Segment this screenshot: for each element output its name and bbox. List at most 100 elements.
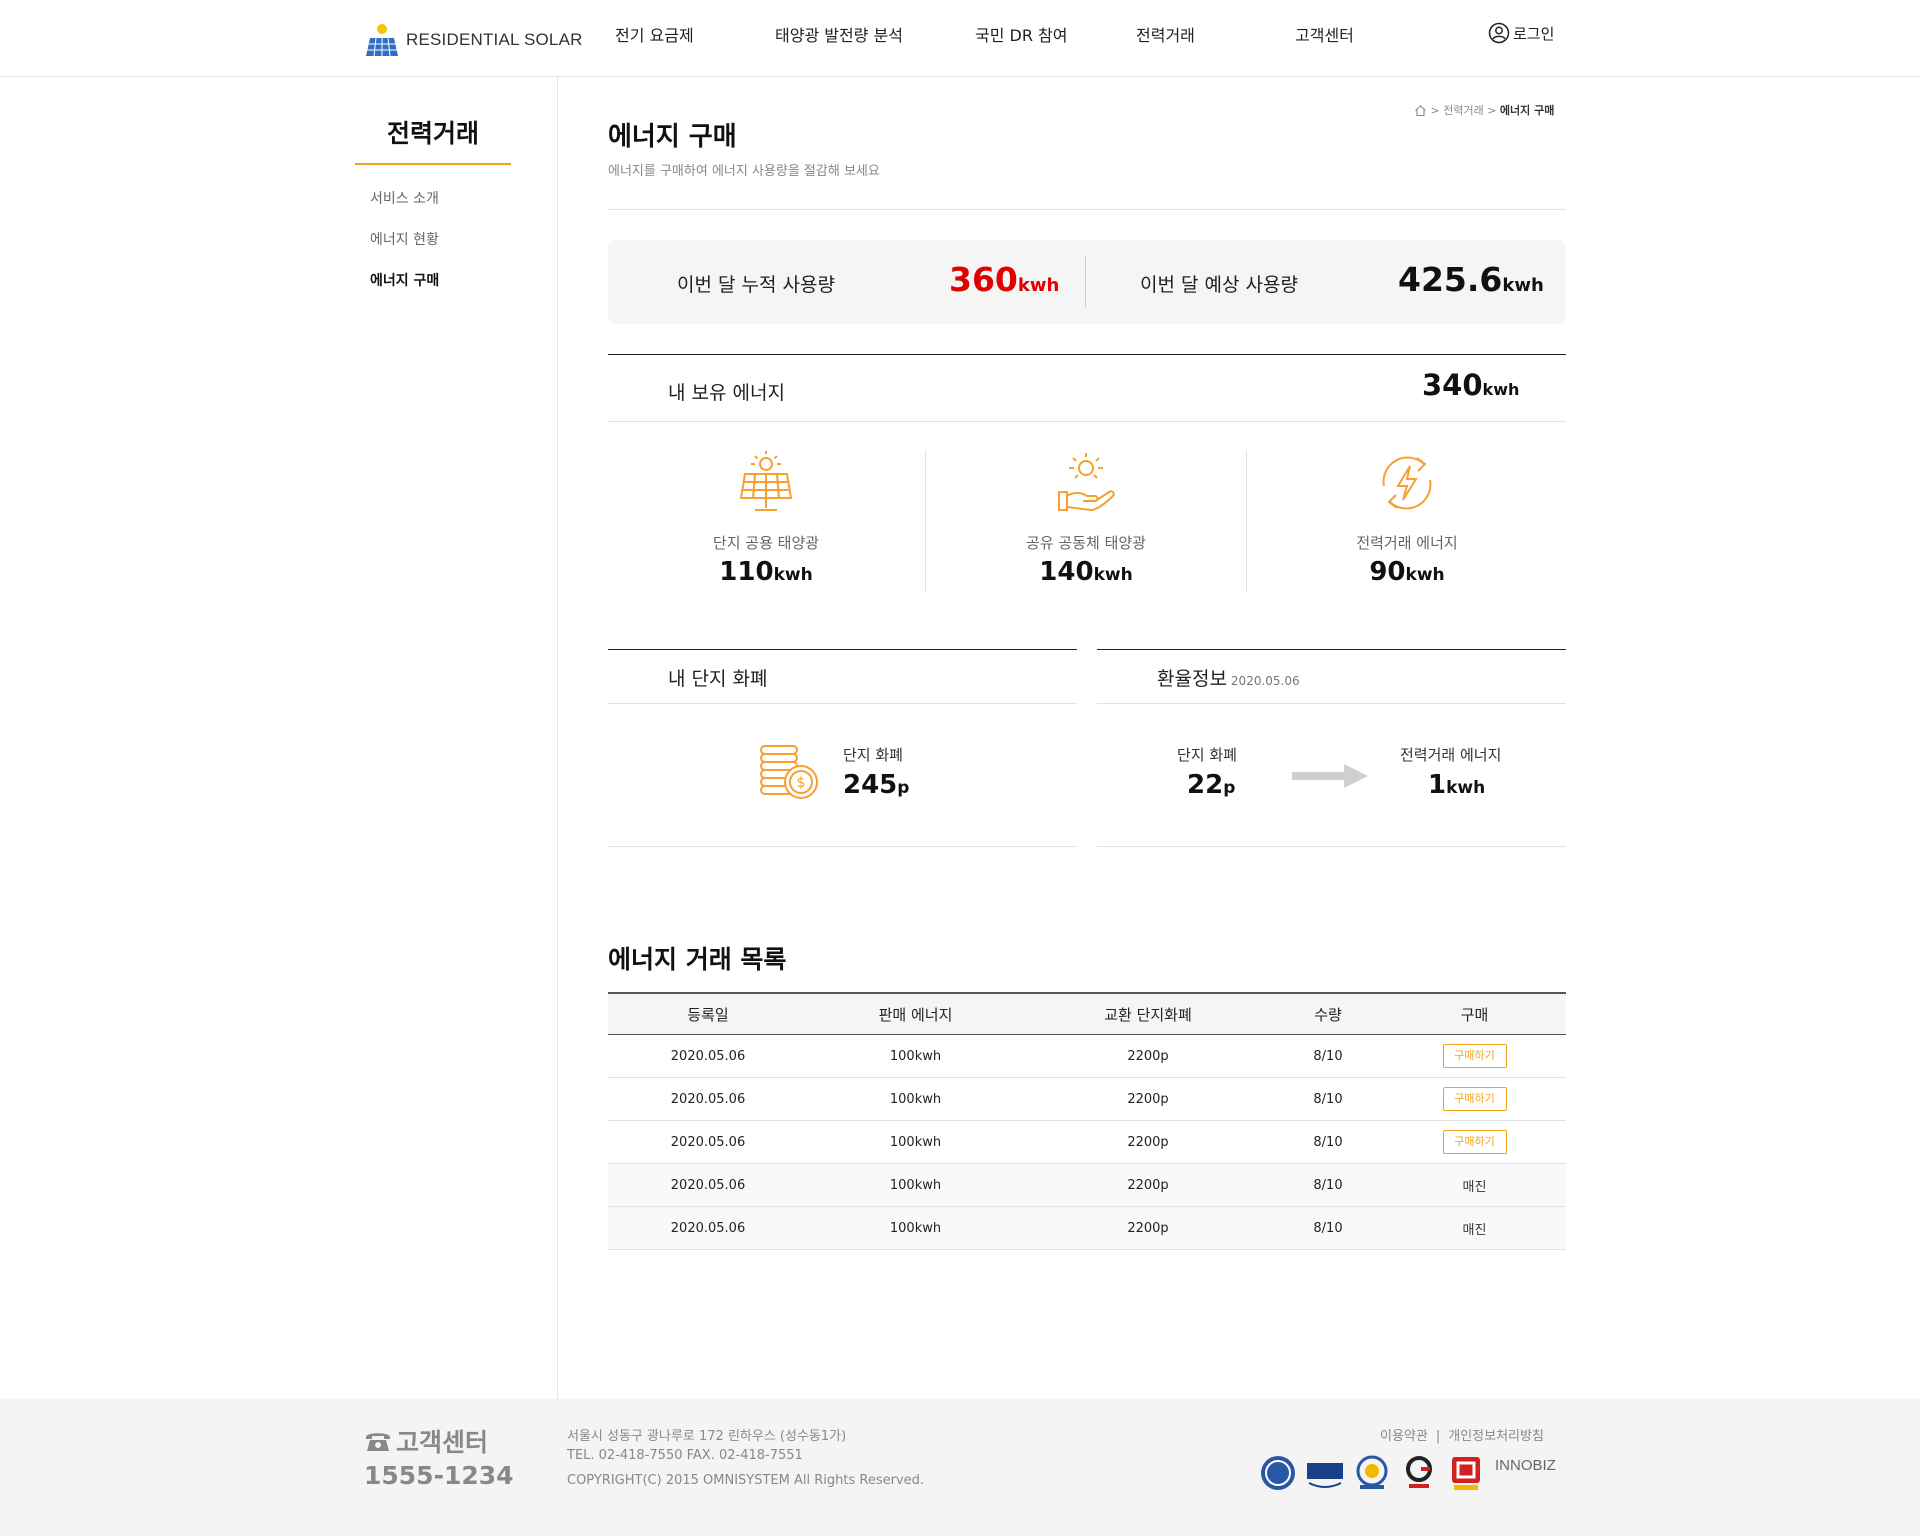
sun-hand-icon — [1058, 453, 1115, 512]
site-header: RESIDENTIAL SOLAR 전기 요금제 태양광 발전량 분석 국민 D… — [0, 0, 1920, 77]
exchange-from-value: 22p — [1187, 770, 1235, 800]
buy-button[interactable]: 구매하기 — [1442, 1087, 1507, 1111]
sidebar-divider — [557, 77, 558, 1399]
row-price: 2200p — [1023, 1163, 1273, 1207]
column-header: 판매 에너지 — [808, 992, 1023, 1035]
row-quantity: 8/10 — [1273, 1077, 1383, 1121]
site-footer: 고객센터 1555-1234 서울시 성동구 광나루로 172 린하우스 (성수… — [0, 1399, 1920, 1536]
exchange-to-unit: kwh — [1446, 778, 1486, 798]
row-action-cell: 구매하기 — [1383, 1120, 1566, 1164]
exchange-top-line — [1097, 649, 1566, 650]
breadcrumb-separator: > — [1483, 103, 1500, 117]
customer-center-title: 고객센터 — [364, 1423, 514, 1459]
terms-link[interactable]: 이용약관 — [1380, 1429, 1428, 1444]
own-energy-number: 340 — [1422, 368, 1483, 402]
customer-center-label: 고객센터 — [396, 1428, 489, 1457]
innobiz-subtext — [1495, 1473, 1556, 1488]
own-energy-label: 내 보유 에너지 — [668, 382, 785, 404]
row-price: 2200p — [1023, 1034, 1273, 1078]
energy-source-number: 90 — [1369, 557, 1406, 587]
currency-bottom-line — [608, 846, 1077, 847]
buy-button[interactable]: 구매하기 — [1442, 1044, 1507, 1068]
exchange-to-value: 1kwh — [1428, 770, 1485, 800]
user-icon — [1488, 22, 1510, 44]
page-description: 에너지를 구매하여 에너지 사용량을 절감해 보세요 — [608, 164, 880, 179]
energy-source-number: 110 — [719, 557, 774, 587]
sidebar-item-energy-status[interactable]: 에너지 현황 — [370, 229, 439, 249]
row-date: 2020.05.06 — [608, 1206, 808, 1250]
row-date: 2020.05.06 — [608, 1034, 808, 1078]
row-date: 2020.05.06 — [608, 1163, 808, 1207]
own-energy-value: 340kwh — [1422, 368, 1519, 402]
breadcrumb-parent[interactable]: 전력거래 — [1443, 102, 1483, 118]
energy-source-value: 140kwh — [936, 557, 1236, 587]
nav-customer-center[interactable]: 고객센터 — [1295, 22, 1354, 46]
login-label: 로그인 — [1513, 24, 1555, 43]
current-usage-value: 360kwh — [949, 260, 1059, 299]
row-energy: 100kwh — [808, 1163, 1023, 1207]
table-row: 2020.05.06 100kwh 2200p 8/10 구매하기 — [608, 1034, 1566, 1078]
nav-rate-plan[interactable]: 전기 요금제 — [615, 22, 694, 46]
nav-solar-analysis[interactable]: 태양광 발전량 분석 — [775, 22, 903, 46]
solar-logo-icon — [366, 24, 398, 57]
breadcrumb-separator: > — [1427, 103, 1444, 117]
currency-label: 단지 화폐 — [843, 746, 903, 764]
usage-summary: 이번 달 누적 사용량 360kwh 이번 달 예상 사용량 425.6kwh — [608, 240, 1566, 324]
row-energy: 100kwh — [808, 1120, 1023, 1164]
site-logo[interactable]: RESIDENTIAL SOLAR — [364, 22, 583, 58]
exchange-from-label: 단지 화폐 — [1177, 746, 1237, 764]
buy-button[interactable]: 구매하기 — [1442, 1130, 1507, 1154]
row-action-cell: 매진 — [1383, 1206, 1566, 1250]
row-price: 2200p — [1023, 1120, 1273, 1164]
row-quantity: 8/10 — [1273, 1206, 1383, 1250]
exchange-to-number: 1 — [1428, 770, 1447, 800]
quality-badge-icon — [1406, 1456, 1432, 1488]
sidebar-item-service-intro[interactable]: 서비스 소개 — [370, 188, 439, 208]
svg-text:$: $ — [797, 775, 806, 791]
source-separator — [925, 450, 926, 592]
coins-icon: $ — [760, 745, 818, 799]
row-energy: 100kwh — [808, 1077, 1023, 1121]
energy-source-trade-energy: 전력거래 에너지 90kwh — [1257, 448, 1557, 587]
table-header-row: 등록일 판매 에너지 교환 단지화폐 수량 구매 — [608, 992, 1566, 1035]
exchange-from-number: 22 — [1187, 770, 1224, 800]
breadcrumb-current: 에너지 구매 — [1499, 104, 1555, 117]
energy-source-unit: kwh — [1093, 565, 1133, 585]
energy-source-unit: kwh — [1405, 565, 1445, 585]
row-quantity: 8/10 — [1273, 1034, 1383, 1078]
solar-panel-icon — [739, 451, 793, 511]
home-icon[interactable] — [1414, 104, 1427, 117]
row-price: 2200p — [1023, 1077, 1273, 1121]
page-title: 에너지 구매 — [608, 122, 737, 152]
phone-icon — [366, 1433, 390, 1451]
row-date: 2020.05.06 — [608, 1120, 808, 1164]
sidebar-title-underline — [355, 163, 511, 165]
exchange-bottom-line — [1097, 846, 1566, 847]
nav-power-trade[interactable]: 전력거래 — [1136, 22, 1195, 46]
nav-dr[interactable]: 국민 DR 참여 — [975, 22, 1068, 46]
trade-table: 등록일 판매 에너지 교환 단지화폐 수량 구매 2020.05.06 100k… — [608, 992, 1566, 1250]
row-energy: 100kwh — [808, 1206, 1023, 1250]
sidebar-item-energy-purchase[interactable]: 에너지 구매 — [370, 270, 439, 290]
sidebar-title: 전력거래 — [386, 119, 479, 148]
energy-source-value: 110kwh — [616, 557, 916, 587]
login-link[interactable]: 로그인 — [1488, 22, 1554, 44]
row-price: 2200p — [1023, 1206, 1273, 1250]
currency-section-label: 내 단지 화폐 — [668, 668, 768, 690]
column-header: 교환 단지화폐 — [1023, 992, 1273, 1035]
exchange-to-label: 전력거래 에너지 — [1400, 746, 1502, 764]
column-header: 등록일 — [608, 992, 808, 1035]
customer-center: 고객센터 1555-1234 — [364, 1423, 514, 1490]
exchange-mid-line — [1097, 703, 1566, 704]
energy-source-label: 공유 공동체 태양광 — [1026, 534, 1146, 552]
innobiz-text: INNOBIZ — [1495, 1457, 1556, 1474]
trade-list-title: 에너지 거래 목록 — [608, 945, 787, 974]
footer-address: 서울시 성동구 광나루로 172 린하우스 (성수동1가) TEL. 02-41… — [567, 1427, 924, 1490]
currency-mid-line — [608, 703, 1077, 704]
energy-source-unit: kwh — [773, 565, 813, 585]
expected-usage-label: 이번 달 예상 사용량 — [1140, 274, 1298, 296]
privacy-link[interactable]: 개인정보처리방침 — [1448, 1429, 1544, 1444]
breadcrumb: > 전력거래 > 에너지 구매 — [1414, 102, 1554, 118]
copyright: COPYRIGHT(C) 2015 OMNISYSTEM All Rights … — [567, 1473, 925, 1488]
exchange-title: 환율정보 — [1157, 668, 1227, 690]
